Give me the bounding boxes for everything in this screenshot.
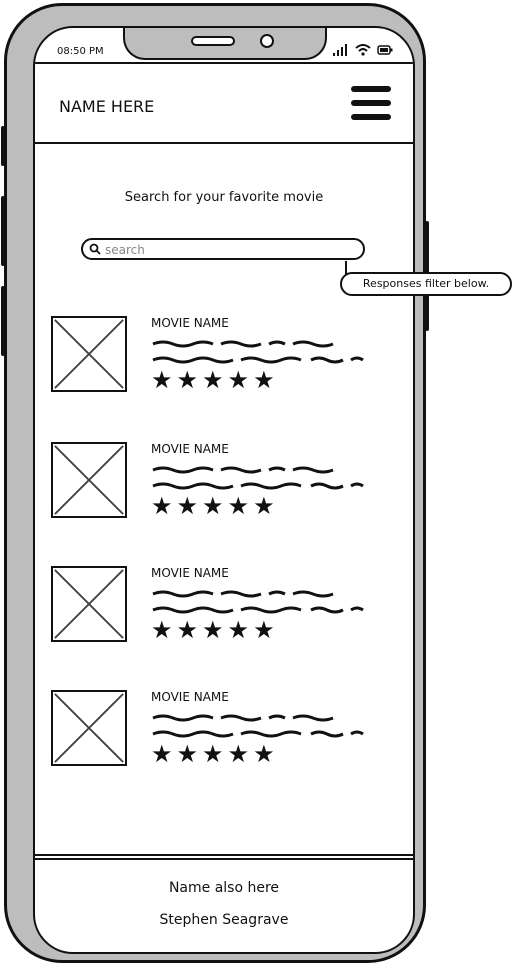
movie-name: MOVIE NAME — [151, 316, 229, 330]
annotation-callout: Responses filter below. — [340, 272, 512, 296]
star-icon: ★ — [151, 740, 173, 768]
image-placeholder-icon — [51, 690, 127, 766]
star-icon: ★ — [202, 616, 224, 644]
star-icon: ★ — [227, 492, 250, 520]
search-input[interactable] — [103, 241, 347, 259]
star-icon: ★ — [151, 616, 173, 644]
image-placeholder-icon — [51, 442, 127, 518]
movie-item[interactable]: MOVIE NAME ★ ★ ★ ★ ★ — [51, 316, 391, 396]
search-prompt: Search for your favorite movie — [124, 190, 324, 205]
star-icon: ★ — [176, 366, 199, 394]
footer-name: Name also here — [168, 880, 280, 896]
side-button — [1, 126, 5, 166]
rating-stars: ★ ★ ★ ★ ★ — [151, 368, 275, 392]
star-icon: ★ — [253, 366, 275, 394]
rating-stars: ★ ★ ★ ★ ★ — [151, 494, 275, 518]
volume-down-button — [1, 286, 5, 356]
search-bar[interactable] — [81, 238, 365, 260]
movie-name: MOVIE NAME — [151, 442, 229, 456]
search-icon — [89, 243, 101, 255]
movie-name: MOVIE NAME — [151, 566, 229, 580]
status-icons — [333, 44, 393, 56]
battery-icon — [377, 45, 393, 55]
star-icon: ★ — [227, 366, 250, 394]
description-scribble — [152, 714, 364, 738]
movie-item[interactable]: MOVIE NAME ★ ★ ★ ★ ★ — [51, 442, 391, 522]
star-icon: ★ — [176, 492, 199, 520]
star-icon: ★ — [176, 740, 199, 768]
star-icon: ★ — [253, 492, 275, 520]
volume-up-button — [1, 196, 5, 266]
star-icon: ★ — [253, 740, 275, 768]
app-header: NAME HERE — [35, 62, 413, 144]
star-icon: ★ — [151, 366, 173, 394]
movie-item[interactable]: MOVIE NAME ★ ★ ★ ★ ★ — [51, 566, 391, 646]
status-time: 08:50 PM — [57, 46, 104, 57]
star-icon: ★ — [227, 616, 250, 644]
rating-stars: ★ ★ ★ ★ ★ — [151, 742, 275, 766]
movie-item[interactable]: MOVIE NAME ★ ★ ★ ★ ★ — [51, 690, 391, 770]
description-scribble — [152, 590, 364, 614]
star-icon: ★ — [227, 740, 250, 768]
app-footer: Name also here Stephen Seagrave — [35, 854, 413, 952]
signal-icon — [333, 44, 347, 56]
footer-author: Stephen Seagrave — [159, 912, 289, 928]
hamburger-icon[interactable] — [351, 86, 391, 120]
description-scribble — [152, 340, 364, 364]
star-icon: ★ — [202, 366, 224, 394]
speaker — [191, 36, 235, 46]
camera — [260, 34, 274, 48]
app-title: NAME HERE — [59, 97, 155, 116]
image-placeholder-icon — [51, 566, 127, 642]
star-icon: ★ — [202, 492, 224, 520]
star-icon: ★ — [202, 740, 224, 768]
star-icon: ★ — [253, 616, 275, 644]
screen: 08:50 PM NAME HERE Search for your favor… — [33, 26, 415, 954]
movie-name: MOVIE NAME — [151, 690, 229, 704]
wifi-icon — [355, 44, 371, 56]
notch — [123, 28, 327, 60]
rating-stars: ★ ★ ★ ★ ★ — [151, 618, 275, 642]
phone-frame: 08:50 PM NAME HERE Search for your favor… — [1, 3, 429, 963]
description-scribble — [152, 466, 364, 490]
image-placeholder-icon — [51, 316, 127, 392]
star-icon: ★ — [151, 492, 173, 520]
star-icon: ★ — [176, 616, 199, 644]
